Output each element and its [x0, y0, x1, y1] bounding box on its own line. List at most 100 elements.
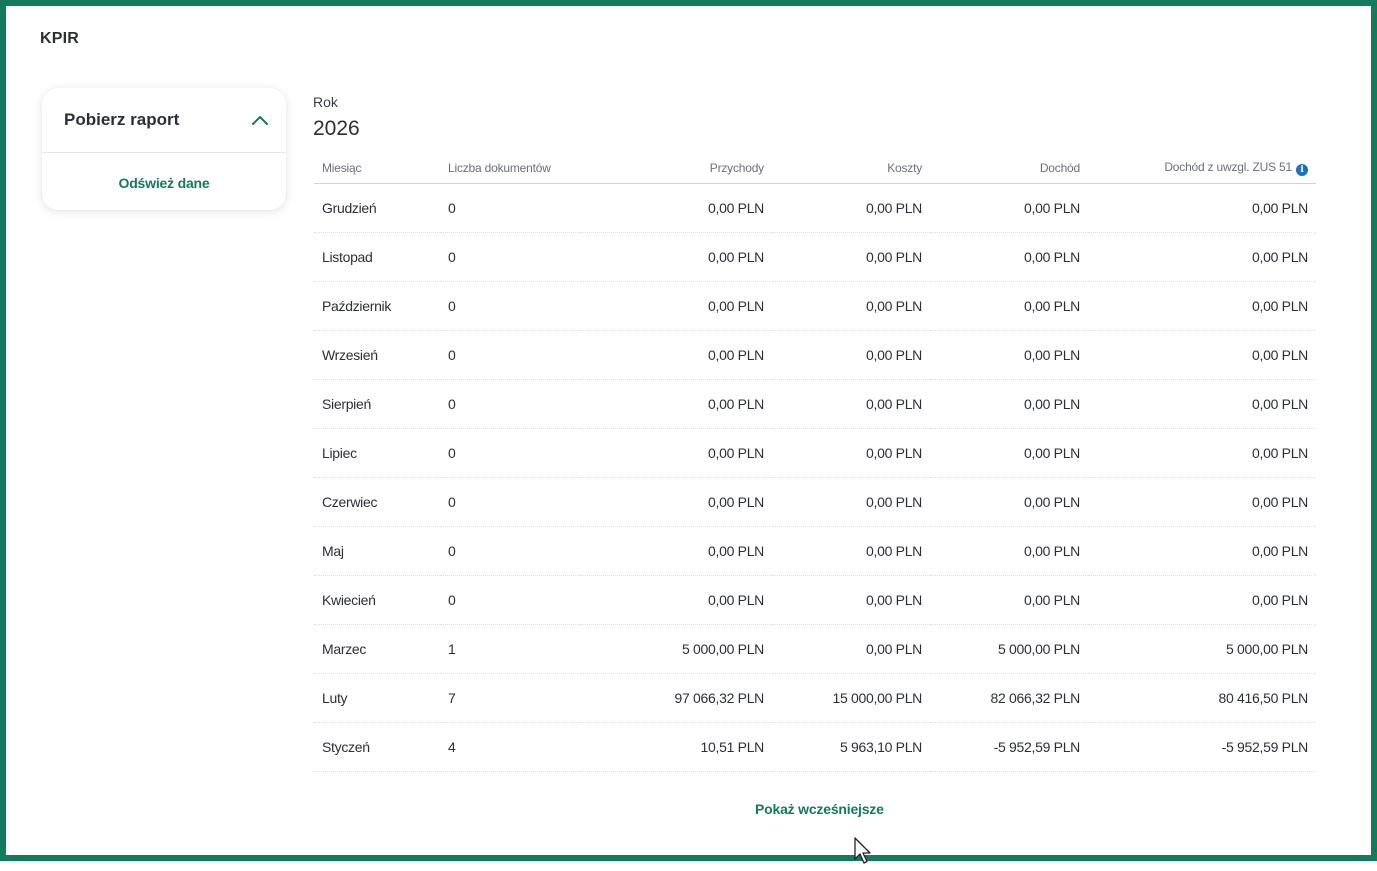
cell-month: Kwiecień — [314, 575, 440, 625]
cell-costs: 0,00 PLN — [772, 232, 930, 282]
table-row[interactable]: Wrzesień 0 0,00 PLN 0,00 PLN 0,00 PLN 0,00 PL… — [314, 330, 1316, 380]
cell-document-count: 7 — [440, 673, 580, 723]
cell-income-zus: 0,00 PLN — [1088, 183, 1316, 233]
column-header-income: Dochód — [930, 152, 1088, 184]
cell-month: Wrzesień — [314, 330, 440, 380]
cell-income-zus: 0,00 PLN — [1088, 232, 1316, 282]
table-row[interactable]: Styczeń 4 10,51 PLN 5 963,10 PLN -5 952,59 P… — [314, 722, 1316, 772]
cell-month: Luty — [314, 673, 440, 723]
cell-revenue: 0,00 PLN — [580, 379, 772, 429]
cell-income: 5 000,00 PLN — [930, 624, 1088, 674]
cell-income-zus: 0,00 PLN — [1088, 477, 1316, 527]
mouse-pointer-icon — [853, 836, 875, 871]
cell-costs: 5 963,10 PLN — [772, 722, 930, 772]
cell-revenue: 0,00 PLN — [580, 526, 772, 576]
year-value[interactable]: 2026 — [313, 117, 360, 141]
cell-costs: 0,00 PLN — [772, 183, 930, 233]
cell-document-count: 0 — [440, 232, 580, 282]
report-panel: Pobierz raport Odśwież dane — [42, 88, 286, 210]
column-header-income-zus: Dochód z uwzgl. ZUS 51 i — [1088, 152, 1316, 184]
info-icon[interactable]: i — [1296, 163, 1308, 176]
cell-document-count: 0 — [440, 428, 580, 478]
table-row[interactable]: Marzec 1 5 000,00 PLN 0,00 PLN 5 000,00 PLN 5… — [314, 624, 1316, 674]
table-row[interactable]: Październik 0 0,00 PLN 0,00 PLN 0,00 PLN 0,00… — [314, 281, 1316, 331]
cell-document-count: 1 — [440, 624, 580, 674]
cell-income-zus: 0,00 PLN — [1088, 575, 1316, 625]
cell-costs: 0,00 PLN — [772, 379, 930, 429]
cell-document-count: 0 — [440, 183, 580, 233]
cell-month: Lipiec — [314, 428, 440, 478]
cell-revenue: 0,00 PLN — [580, 428, 772, 478]
refresh-data-link[interactable]: Odśwież dane — [42, 175, 286, 191]
cell-revenue: 5 000,00 PLN — [580, 624, 772, 674]
cell-income: 82 066,32 PLN — [930, 673, 1088, 723]
cell-income-zus: 0,00 PLN — [1088, 281, 1316, 331]
year-label: Rok — [313, 94, 338, 110]
cell-costs: 15 000,00 PLN — [772, 673, 930, 723]
column-header-revenue: Przychody — [580, 152, 772, 184]
table-header-row: Miesiąc Liczba dokumentów Przychody Kosz… — [314, 152, 1316, 184]
cell-costs: 0,00 PLN — [772, 526, 930, 576]
app-frame: KPIR Pobierz raport Odśwież dane Rok 202… — [0, 0, 1377, 864]
cell-revenue: 0,00 PLN — [580, 575, 772, 625]
cell-document-count: 0 — [440, 379, 580, 429]
cell-month: Maj — [314, 526, 440, 576]
cell-revenue: 0,00 PLN — [580, 477, 772, 527]
cell-income-zus: 5 000,00 PLN — [1088, 624, 1316, 674]
table-row[interactable]: Luty 7 97 066,32 PLN 15 000,00 PLN 82 066,32… — [314, 673, 1316, 723]
cell-income: -5 952,59 PLN — [930, 722, 1088, 772]
cell-revenue: 0,00 PLN — [580, 330, 772, 380]
table-row[interactable]: Listopad 0 0,00 PLN 0,00 PLN 0,00 PLN 0,00 PL… — [314, 232, 1316, 282]
cell-document-count: 0 — [440, 575, 580, 625]
cell-document-count: 0 — [440, 281, 580, 331]
report-panel-toggle[interactable]: Pobierz raport — [42, 88, 286, 153]
table-row[interactable]: Maj 0 0,00 PLN 0,00 PLN 0,00 PLN 0,00 PLN — [314, 526, 1316, 576]
cell-document-count: 0 — [440, 477, 580, 527]
cell-income: 0,00 PLN — [930, 330, 1088, 380]
table-row[interactable]: Sierpień 0 0,00 PLN 0,00 PLN 0,00 PLN 0,00 PL… — [314, 379, 1316, 429]
cell-income: 0,00 PLN — [930, 183, 1088, 233]
kpir-table: Miesiąc Liczba dokumentów Przychody Kosz… — [314, 152, 1316, 772]
table-row[interactable]: Kwiecień 0 0,00 PLN 0,00 PLN 0,00 PLN 0,00 PL… — [314, 575, 1316, 625]
cell-costs: 0,00 PLN — [772, 428, 930, 478]
cell-income: 0,00 PLN — [930, 232, 1088, 282]
table-row[interactable]: Czerwiec 0 0,00 PLN 0,00 PLN 0,00 PLN 0,00 PL… — [314, 477, 1316, 527]
cell-month: Sierpień — [314, 379, 440, 429]
cell-costs: 0,00 PLN — [772, 477, 930, 527]
cell-income-zus: 0,00 PLN — [1088, 330, 1316, 380]
cell-month: Listopad — [314, 232, 440, 282]
cell-income-zus: 80 416,50 PLN — [1088, 673, 1316, 723]
cell-revenue: 0,00 PLN — [580, 183, 772, 233]
page-title: KPIR — [40, 30, 80, 47]
cell-month: Październik — [314, 281, 440, 331]
column-header-income-zus-label: Dochód z uwzgl. ZUS 51 — [1164, 159, 1292, 174]
cell-month: Grudzień — [314, 183, 440, 233]
cell-costs: 0,00 PLN — [772, 281, 930, 331]
column-header-month: Miesiąc — [314, 152, 440, 184]
cell-document-count: 0 — [440, 526, 580, 576]
table-row[interactable]: Lipiec 0 0,00 PLN 0,00 PLN 0,00 PLN 0,00 PLN — [314, 428, 1316, 478]
report-panel-title: Pobierz raport — [64, 110, 180, 129]
cell-month: Marzec — [314, 624, 440, 674]
column-header-document-count: Liczba dokumentów — [440, 152, 580, 184]
cell-revenue: 0,00 PLN — [580, 232, 772, 282]
cell-income-zus: 0,00 PLN — [1088, 526, 1316, 576]
cell-revenue: 10,51 PLN — [580, 722, 772, 772]
table-row[interactable]: Grudzień 0 0,00 PLN 0,00 PLN 0,00 PLN 0,00 PL… — [314, 183, 1316, 233]
column-header-costs: Koszty — [772, 152, 930, 184]
cell-costs: 0,00 PLN — [772, 330, 930, 380]
cell-income: 0,00 PLN — [930, 379, 1088, 429]
cell-month: Czerwiec — [314, 477, 440, 527]
cell-costs: 0,00 PLN — [772, 575, 930, 625]
cell-month: Styczeń — [314, 722, 440, 772]
cell-income-zus: 0,00 PLN — [1088, 428, 1316, 478]
cell-income: 0,00 PLN — [930, 428, 1088, 478]
cell-revenue: 0,00 PLN — [580, 281, 772, 331]
cell-revenue: 97 066,32 PLN — [580, 673, 772, 723]
cell-income: 0,00 PLN — [930, 281, 1088, 331]
cell-income: 0,00 PLN — [930, 526, 1088, 576]
cell-document-count: 4 — [440, 722, 580, 772]
show-earlier-link[interactable]: Pokaż wcześniejsze — [755, 801, 884, 817]
chevron-up-icon[interactable] — [250, 110, 270, 130]
cell-income-zus: 0,00 PLN — [1088, 379, 1316, 429]
